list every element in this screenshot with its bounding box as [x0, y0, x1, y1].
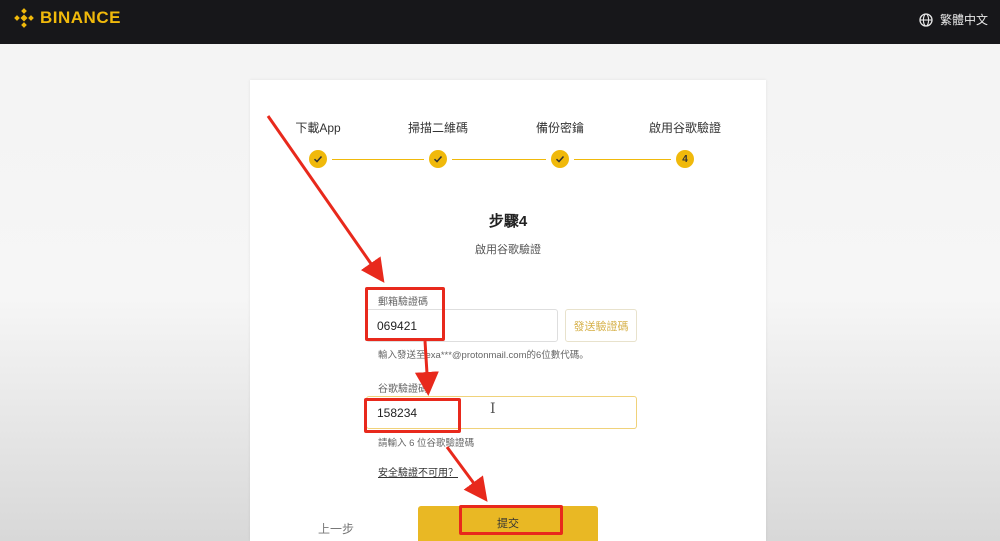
google-code-label: 谷歌驗證碼	[378, 384, 428, 395]
brand-name: BINANCE	[40, 8, 121, 27]
step-label-backup-key: 備份密鑰	[535, 121, 585, 135]
step-connector	[332, 159, 424, 160]
annotation-box-email-code	[365, 287, 445, 341]
top-bar: BINANCE 繁體中文	[0, 0, 1000, 44]
text-cursor-icon: I	[490, 401, 496, 417]
binance-diamond-icon	[14, 8, 34, 28]
step-label-scan-qr: 掃描二維碼	[407, 121, 469, 135]
back-button[interactable]: 上一步	[318, 520, 354, 537]
step-4-current: 4	[676, 150, 694, 168]
page-title: 步驟4	[488, 213, 528, 230]
globe-icon	[919, 12, 933, 27]
checkmark-icon	[555, 155, 565, 163]
annotation-box-google-code	[364, 398, 461, 433]
checkmark-icon	[313, 155, 323, 163]
step-2-done	[429, 150, 447, 168]
step-label-enable-google-auth: 啟用谷歌驗證	[648, 121, 722, 135]
language-selector[interactable]: 繁體中文	[919, 11, 988, 28]
annotation-box-submit	[459, 505, 563, 535]
google-code-hint: 請輸入 6 位谷歌驗證碼	[378, 438, 475, 449]
send-code-button[interactable]: 發送驗證碼	[565, 309, 637, 342]
verification-card: 下載App 掃描二維碼 備份密鑰 啟用谷歌驗證 4 步驟4 啟用谷歌驗證 郵箱驗…	[250, 80, 766, 541]
language-label: 繁體中文	[939, 13, 988, 27]
email-code-hint: 輸入發送至exa***@protonmail.com的6位數代碼。	[378, 350, 589, 361]
step-3-done	[551, 150, 569, 168]
security-unavailable-link[interactable]: 安全驗證不可用？	[378, 464, 458, 479]
step-connector	[574, 159, 671, 160]
step-label-download-app: 下載App	[295, 121, 341, 135]
step-1-done	[309, 150, 327, 168]
binance-logo[interactable]: BINANCE	[14, 8, 121, 28]
checkmark-icon	[433, 155, 443, 163]
step-connector	[452, 159, 546, 160]
page-subtitle: 啟用谷歌驗證	[475, 244, 541, 256]
